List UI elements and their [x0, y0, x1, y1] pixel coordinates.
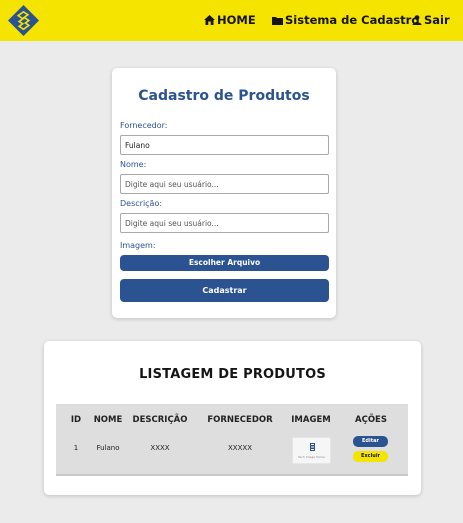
- nav-cadastro-link[interactable]: Sistema de Cadastro: [272, 13, 419, 27]
- nome-input[interactable]: [120, 174, 329, 194]
- nav-home-link[interactable]: HOME: [204, 13, 256, 27]
- imagem-label: Imagem:: [120, 241, 156, 250]
- descricao-label: Descrição:: [120, 199, 163, 208]
- nav-sair-label: Sair: [424, 13, 450, 27]
- nav-cadastro-label: Sistema de Cadastro: [285, 13, 420, 27]
- nav-sair-link[interactable]: Sair: [412, 13, 450, 27]
- nav-home-label: HOME: [217, 13, 256, 27]
- product-image-icon: [310, 443, 315, 451]
- nome-label: Nome:: [120, 160, 147, 169]
- product-list-card: LISTAGEM DE PRODUTOS ID NOME DESCRIÇÃO F…: [44, 341, 421, 495]
- thumbnail-caption: Tech Image Home: [298, 455, 325, 459]
- banco-do-brasil-logo[interactable]: [8, 5, 39, 36]
- row-descricao: XXXX: [150, 444, 170, 452]
- home-icon: [204, 15, 215, 25]
- form-title: Cadastro de Produtos: [138, 88, 310, 104]
- delete-button[interactable]: Excluir: [353, 451, 388, 462]
- row-fornecedor: XXXXX: [228, 444, 252, 452]
- user-icon: [412, 15, 422, 25]
- column-header-imagem: IMAGEM: [291, 415, 331, 425]
- products-table: ID NOME DESCRIÇÃO FORNECEDOR IMAGEM AÇÕE…: [56, 404, 408, 476]
- edit-button[interactable]: Editar: [353, 436, 388, 447]
- folder-icon: [272, 16, 283, 25]
- column-header-acoes: AÇÕES: [355, 415, 387, 425]
- product-thumbnail: Tech Image Home: [292, 437, 331, 464]
- column-header-fornecedor: FORNECEDOR: [207, 415, 273, 425]
- descricao-input[interactable]: [120, 213, 329, 233]
- column-header-descricao: DESCRIÇÃO: [132, 415, 188, 425]
- cadastrar-button[interactable]: Cadastrar: [120, 279, 329, 302]
- product-form-card: Cadastro de Produtos Fornecedor: Nome: D…: [112, 68, 336, 318]
- column-header-id: ID: [70, 415, 82, 425]
- fornecedor-label: Fornecedor:: [120, 121, 168, 130]
- row-id: 1: [73, 444, 79, 452]
- list-title: LISTAGEM DE PRODUTOS: [139, 367, 326, 382]
- row-nome: Fulano: [96, 444, 120, 452]
- choose-file-button[interactable]: Escolher Arquivo: [120, 255, 329, 271]
- column-header-nome: NOME: [93, 415, 123, 425]
- fornecedor-input[interactable]: [120, 135, 329, 155]
- top-navbar: HOME Sistema de Cadastro Sair: [0, 0, 463, 41]
